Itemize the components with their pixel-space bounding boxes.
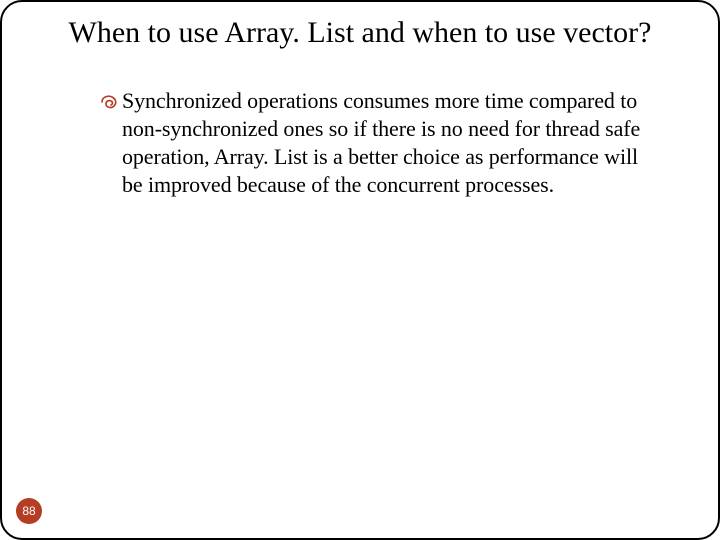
- slide-title: When to use Array. List and when to use …: [62, 16, 658, 51]
- bullet-text: Synchronized operations consumes more ti…: [122, 87, 648, 200]
- page-number-badge: 88: [16, 498, 42, 524]
- slide-frame: When to use Array. List and when to use …: [0, 0, 720, 540]
- swirl-bullet-icon: [100, 94, 120, 110]
- content-area: Synchronized operations consumes more ti…: [62, 87, 658, 200]
- bullet-item: Synchronized operations consumes more ti…: [100, 87, 648, 200]
- page-number-value: 88: [22, 504, 35, 518]
